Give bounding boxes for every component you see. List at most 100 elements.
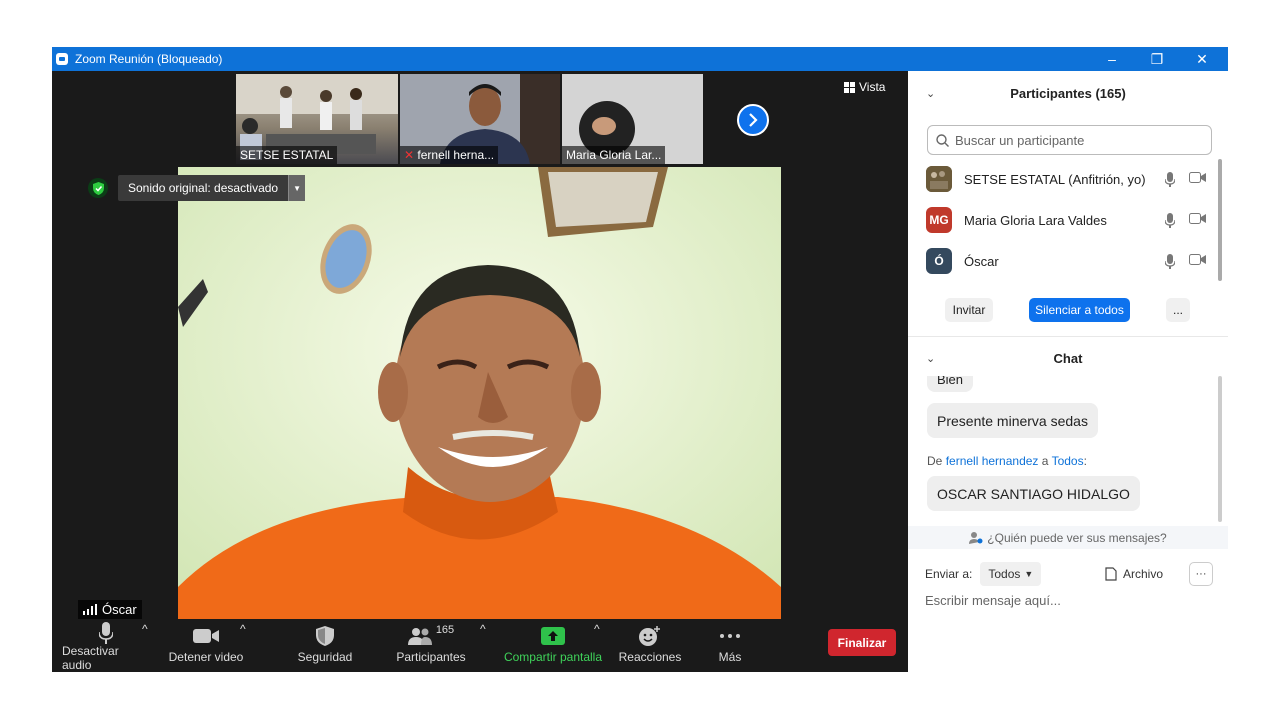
- window-title: Zoom Reunión (Bloqueado): [75, 52, 223, 66]
- video-options-caret[interactable]: ^: [240, 622, 246, 672]
- recipient-dropdown[interactable]: Todos ▼: [980, 562, 1042, 586]
- more-options-label: Más: [718, 650, 742, 664]
- microphone-icon: [99, 622, 113, 644]
- view-label: Vista: [859, 80, 886, 94]
- to-suffix: :: [1083, 454, 1087, 468]
- participant-search-input[interactable]: Buscar un participante: [927, 125, 1212, 155]
- chat-message: Bien: [927, 376, 974, 392]
- reaction-emoji-icon: [639, 626, 660, 646]
- chat-message: OSCAR SANTIAGO HIDALGO: [927, 476, 1140, 511]
- thumbnail-name: fernell herna...: [417, 148, 495, 162]
- search-placeholder: Buscar un participante: [955, 132, 1085, 148]
- video-thumbnail[interactable]: Maria Gloria Lar...: [562, 74, 703, 164]
- original-sound-toggle[interactable]: Sonido original: desactivado ▼: [118, 175, 306, 201]
- video-camera-icon: [1189, 253, 1206, 265]
- from-prefix: De: [927, 454, 943, 468]
- mute-all-button[interactable]: Silenciar a todos: [1029, 298, 1130, 322]
- reactions-button[interactable]: Reacciones: [618, 622, 682, 672]
- participant-name: SETSE ESTATAL (Anfitrión, yo): [964, 171, 1146, 187]
- person-eye-icon: [969, 532, 983, 544]
- participants-count: 165: [435, 624, 455, 636]
- security-label: Seguridad: [297, 650, 353, 664]
- view-button[interactable]: Vista: [844, 80, 885, 94]
- more-options-button[interactable]: Más: [712, 622, 748, 672]
- end-meeting-button[interactable]: Finalizar: [828, 629, 896, 656]
- share-screen-button[interactable]: Compartir pantalla: [502, 622, 604, 672]
- muted-mic-icon: ✕: [404, 148, 415, 162]
- thumbnail-label: ✕ fernell herna...: [400, 146, 499, 164]
- share-screen-label: Compartir pantalla: [503, 650, 603, 664]
- security-button[interactable]: Seguridad: [292, 622, 358, 672]
- recipient-value: Todos: [988, 567, 1021, 581]
- participants-more-button[interactable]: ...: [1166, 298, 1190, 322]
- close-button[interactable]: ✕: [1179, 47, 1225, 71]
- participants-label: Participantes: [396, 650, 466, 664]
- share-screen-icon: [541, 627, 565, 645]
- participant-name: Óscar: [964, 253, 999, 269]
- participant-status-icons: [1165, 253, 1206, 269]
- microphone-icon: [1165, 253, 1175, 269]
- title-bar: Zoom Reunión (Bloqueado) – ❐ ✕: [52, 47, 1228, 71]
- sender-name[interactable]: fernell hernandez: [946, 454, 1039, 468]
- speaker-name-tag: Óscar: [78, 600, 142, 619]
- message-visibility-link[interactable]: ¿Quién puede ver sus mensajes?: [908, 526, 1228, 549]
- panel-divider: [908, 336, 1228, 337]
- encryption-shield-icon[interactable]: [88, 178, 108, 198]
- participants-scrollbar[interactable]: [1218, 159, 1222, 281]
- avatar: MG: [926, 207, 952, 233]
- video-camera-icon: [1189, 212, 1206, 224]
- video-thumbnail[interactable]: SETSE ESTATAL: [236, 74, 398, 164]
- microphone-icon: [1165, 212, 1175, 228]
- chat-input[interactable]: Escribir mensaje aquí...: [925, 593, 1061, 608]
- thumbnail-label: SETSE ESTATAL: [236, 146, 338, 164]
- participant-row[interactable]: Ó Óscar: [926, 247, 1206, 275]
- who-can-see-label: ¿Quién puede ver sus mensajes?: [987, 530, 1167, 545]
- stop-video-label: Detener video: [168, 650, 244, 664]
- file-label: Archivo: [1123, 567, 1164, 581]
- grid-icon: [844, 81, 855, 93]
- participant-name: Maria Gloria Lara Valdes: [964, 212, 1107, 228]
- zoom-app-icon: [56, 53, 68, 65]
- zoom-window: Zoom Reunión (Bloqueado) – ❐ ✕ SETSE EST…: [52, 47, 1228, 672]
- recipient-name[interactable]: Todos: [1052, 454, 1084, 468]
- mute-audio-button[interactable]: Desactivar audio: [62, 622, 150, 672]
- audio-options-caret[interactable]: ^: [142, 622, 148, 672]
- avatar-photo: [926, 166, 952, 192]
- participant-status-icons: [1165, 212, 1206, 228]
- meeting-toolbar: Desactivar audio ^ Detener video ^ Segur…: [52, 622, 908, 672]
- meeting-area: SETSE ESTATAL ✕ fernell herna... Maria G…: [52, 71, 908, 672]
- avatar: [926, 166, 952, 192]
- participants-options-caret[interactable]: ^: [480, 622, 486, 672]
- chevron-right-icon: [749, 113, 758, 127]
- chat-scrollbar[interactable]: [1218, 376, 1222, 522]
- video-camera-icon: [1189, 171, 1206, 183]
- side-panel: ⌄ Participantes (165) Buscar un particip…: [908, 71, 1228, 672]
- participants-button[interactable]: 165 Participantes: [392, 622, 470, 672]
- mute-audio-label: Desactivar audio: [62, 644, 119, 672]
- participant-row[interactable]: MG Maria Gloria Lara Valdes: [926, 206, 1206, 234]
- active-speaker-video[interactable]: [178, 167, 781, 619]
- next-page-button[interactable]: [737, 104, 769, 136]
- chevron-down-icon[interactable]: ▼: [288, 175, 306, 201]
- speaker-name: Óscar: [102, 602, 137, 617]
- chat-title: Chat: [1053, 351, 1083, 366]
- file-button[interactable]: Archivo: [1105, 567, 1163, 581]
- chat-more-button[interactable]: ···: [1189, 562, 1213, 586]
- original-sound-label: Sonido original: desactivado: [128, 181, 279, 195]
- participant-row[interactable]: SETSE ESTATAL (Anfitrión, yo): [926, 165, 1206, 193]
- send-to-label: Enviar a:: [925, 567, 973, 581]
- to-prefix: a: [1041, 454, 1049, 468]
- send-to-row: Enviar a: Todos ▼ Archivo ···: [925, 561, 1215, 587]
- reactions-label: Reacciones: [618, 650, 682, 664]
- share-options-caret[interactable]: ^: [594, 622, 600, 672]
- stop-video-button[interactable]: Detener video: [168, 622, 244, 672]
- invite-button[interactable]: Invitar: [945, 298, 993, 322]
- minimize-button[interactable]: –: [1089, 47, 1135, 71]
- restore-button[interactable]: ❐: [1134, 47, 1180, 71]
- more-dots-icon: [720, 634, 740, 638]
- participant-status-icons: [1165, 171, 1206, 187]
- security-shield-icon: [316, 626, 334, 646]
- participants-title: Participantes (165): [1010, 86, 1126, 101]
- video-thumbnail[interactable]: ✕ fernell herna...: [400, 74, 560, 164]
- speaker-video-frame: [178, 167, 781, 619]
